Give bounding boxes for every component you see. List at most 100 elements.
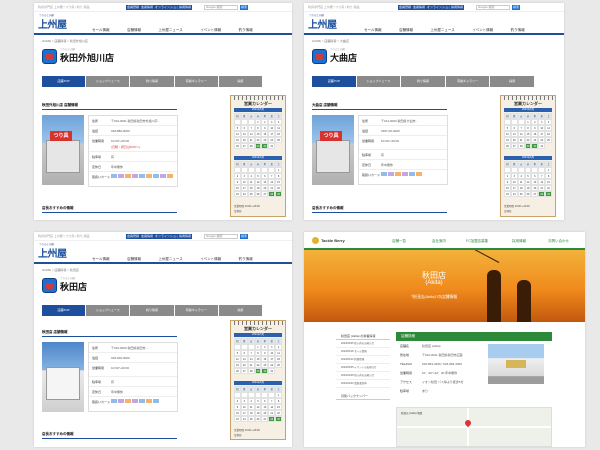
calendar-day: 25: [275, 362, 282, 368]
search-input[interactable]: Google 検索: [204, 234, 238, 239]
store-sign: つり具: [320, 131, 342, 141]
calendar-day: 31: [268, 368, 276, 374]
calendar-legend-closed: 定休日: [504, 210, 512, 213]
info-row-payment: 取扱いカード: [89, 172, 177, 186]
tab-shop-news[interactable]: ショップニュース: [86, 76, 130, 87]
header-divider: [34, 262, 292, 264]
calendar-day: 29: [254, 143, 262, 149]
store-info-table: 住所 〒010-0000 秋田県秋田市... 電話 018-000-0000 営業時…: [88, 342, 178, 412]
nav-company[interactable]: 会社案内: [432, 239, 446, 244]
register-button[interactable]: 会員登録: [398, 5, 413, 10]
tab-store-top[interactable]: 店舗TOP: [312, 76, 356, 87]
calendar-grid-1: 日月火水木金土 1 2 3 4 5 6 7 8 9 10 11 12 13 14 15 16 17 18 19 20 21…: [504, 113, 552, 149]
store-detail: 店舗詳細 店舗名 秋田店 (Akita) 所在地 〒010-0041 秋田県秋田市広…: [396, 332, 552, 395]
nav-contact[interactable]: お問い合わせ: [548, 239, 569, 244]
nav-franchise[interactable]: FC加盟店募集: [466, 239, 488, 244]
tab-shop-news[interactable]: ショップニュース: [86, 305, 130, 316]
calendar-day: 26: [254, 191, 262, 197]
search-input[interactable]: Google 検索: [204, 5, 238, 10]
store-building: [46, 367, 80, 400]
fishing-rod-silhouette: [459, 250, 500, 263]
calendar-day: 29: [254, 368, 262, 374]
calendar-day: 25: [517, 191, 525, 197]
store-building: [46, 140, 80, 173]
calendar-day: 29: [275, 416, 282, 422]
tab-recruit[interactable]: 採用: [490, 76, 534, 87]
tab-recruit[interactable]: 採用: [218, 76, 263, 87]
recruit-button[interactable]: 採用情報: [178, 5, 193, 10]
tab-store-top[interactable]: 店舗TOP: [42, 76, 86, 87]
recruit-button[interactable]: 採用情報: [450, 5, 465, 10]
site-logo[interactable]: 上州屋: [38, 16, 67, 31]
member-button[interactable]: 会員情報: [140, 5, 155, 10]
tab-store-top[interactable]: 店舗TOP: [42, 305, 86, 316]
info-row-parking: 駐車場有: [359, 150, 447, 160]
recruit-button[interactable]: 採用情報: [178, 234, 193, 239]
member-button[interactable]: 会員情報: [140, 234, 155, 239]
search-button[interactable]: 検索: [240, 5, 248, 10]
tackle-berry-logo[interactable]: Tackle Berry: [312, 237, 345, 245]
info-row-payment: 取扱いカード: [89, 397, 177, 411]
detail-heading: 店舗詳細: [396, 332, 552, 341]
tab-fishing-info[interactable]: 釣り情報: [401, 76, 445, 87]
breadcrumb[interactable]: HOME > 店舗情報 > 大曲店: [312, 39, 349, 43]
calendar-day: 28: [517, 143, 525, 149]
register-button[interactable]: 会員登録: [126, 234, 141, 239]
site-logo[interactable]: 上州屋: [38, 245, 67, 260]
site-logo[interactable]: 上州屋: [308, 16, 337, 31]
section-store-info-title: 秋田店 店舗情報: [42, 330, 68, 334]
sidebar-news-item[interactable]: 2024/04/28 新入荷のお知らせ: [336, 372, 390, 380]
header-divider: [304, 33, 564, 35]
global-nav: セール情報 店舗情報 上州屋ニュース イベント情報 釣り情報: [364, 18, 538, 32]
tab-shop-news[interactable]: ショップニュース: [356, 76, 401, 87]
payment-icons: [111, 174, 173, 178]
store-tabs: 店舗TOP ショップニュース 釣り情報 有線ギャラリー 採用: [42, 305, 263, 316]
page-title: 秋田店: [60, 282, 88, 292]
tab-recruit[interactable]: 採用: [218, 305, 263, 316]
section-underline: [42, 438, 177, 439]
calendar-day: 29: [545, 191, 552, 197]
store-sign: [506, 360, 526, 368]
sidebar-news-item[interactable]: 2024/05/12 釣果情報: [336, 356, 390, 364]
info-row-address: 住所 〒014-0000 秋田県大仙市...: [359, 116, 447, 126]
member-button[interactable]: 会員情報: [412, 5, 427, 10]
sidebar-news-item[interactable]: 2024/04/20 買取強化中: [336, 380, 390, 388]
search-input[interactable]: Google 検索: [476, 5, 510, 10]
calendar-day: 28: [268, 191, 276, 197]
tab-fishing-info[interactable]: 釣り情報: [130, 76, 174, 87]
calendar-day: 26: [504, 143, 511, 149]
calendar-legend: 営業時間 10:00～20:00: [504, 205, 530, 208]
store-badge-icon: [42, 278, 57, 293]
store-photo: [488, 344, 544, 384]
sidebar-news-item[interactable]: 2024/05/25 新入荷のお知らせ: [336, 340, 390, 348]
calendar-month-2: 2024年6月: [234, 381, 282, 385]
breadcrumb[interactable]: HOME > 店舗情報 > 秋田店: [42, 268, 79, 272]
calendar-day: 25: [275, 137, 282, 143]
tab-gallery[interactable]: 有線ギャラリー: [174, 76, 218, 87]
info-row-closed: 定休日 年中無休: [359, 160, 447, 170]
register-button[interactable]: 会員登録: [126, 5, 141, 10]
info-row-parking: 駐車場有: [89, 377, 177, 387]
search-button[interactable]: 検索: [512, 5, 520, 10]
nav-recruit[interactable]: 採用情報: [512, 239, 526, 244]
global-nav: セール情報 店舗情報 上州屋ニュース イベント情報 釣り情報: [92, 247, 266, 261]
sidebar-news-item[interactable]: 2024/05/05 イベントのお知らせ: [336, 364, 390, 372]
sidebar-backnumber[interactable]: 月別バックナンバー: [336, 392, 390, 400]
breadcrumb[interactable]: HOME > 店舗情報 > 秋田外旭川店: [42, 39, 88, 43]
section-store-info-title: 秋田外旭川店 店舗情報: [42, 103, 78, 107]
calendar-day: 25: [247, 191, 255, 197]
calendar-day: 27: [240, 143, 248, 149]
calendar-day: 30: [531, 143, 539, 149]
payment-icons: [381, 172, 422, 176]
search-button[interactable]: 検索: [240, 234, 248, 239]
screenshot-grid: 釣具専門店 上州屋 | つり具 | 釣り 用品 会員登録 会員情報 オンラインシ…: [0, 0, 600, 450]
tab-gallery[interactable]: 有線ギャラリー: [174, 305, 218, 316]
section-recommend-title: 店長おすすめの情報: [42, 206, 74, 210]
nav-store-list[interactable]: 店舗一覧: [392, 239, 406, 244]
calendar-day: 27: [240, 368, 248, 374]
sidebar-news-item[interactable]: 2024/05/18 セール情報: [336, 348, 390, 356]
calendar-day: 27: [261, 416, 269, 422]
tab-fishing-info[interactable]: 釣り情報: [130, 305, 174, 316]
tab-gallery[interactable]: 有線ギャラリー: [445, 76, 490, 87]
store-map[interactable]: 秋田店 (Akita) 地図: [396, 407, 552, 447]
